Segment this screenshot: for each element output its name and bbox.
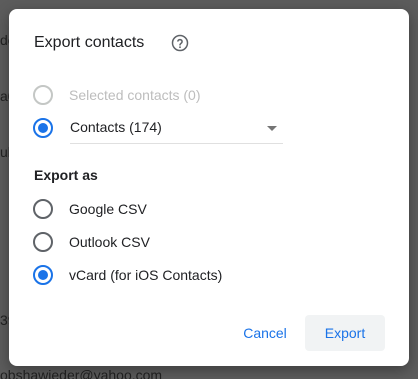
radio-button (33, 85, 53, 105)
dropdown-arrow-icon (267, 126, 277, 131)
export-button[interactable]: Export (305, 315, 385, 351)
radio-label: Selected contacts (0) (69, 87, 201, 103)
background-email-fragment: obshawieder@yahoo.com (0, 367, 163, 379)
radio-label: Google CSV (69, 201, 147, 217)
radio-button[interactable] (33, 265, 53, 285)
dialog-title: Export contacts (34, 34, 145, 51)
radio-selected-contacts: Selected contacts (0) (33, 84, 201, 106)
select-value: Contacts (174) (70, 119, 162, 135)
help-circle-icon[interactable] (171, 34, 189, 52)
radio-button[interactable] (33, 232, 53, 252)
export-contacts-dialog: Export contacts Selected contacts (0) Co… (9, 9, 409, 366)
radio-button[interactable] (33, 118, 53, 138)
radio-label: Outlook CSV (69, 234, 150, 250)
radio-button[interactable] (33, 199, 53, 219)
contacts-group-select[interactable]: Contacts (174) (70, 117, 283, 144)
export-as-heading: Export as (34, 167, 98, 183)
radio-vcard[interactable]: vCard (for iOS Contacts) (33, 264, 222, 286)
radio-outlook-csv[interactable]: Outlook CSV (33, 231, 150, 253)
cancel-button[interactable]: Cancel (233, 315, 297, 351)
radio-label: vCard (for iOS Contacts) (69, 267, 223, 283)
radio-google-csv[interactable]: Google CSV (33, 198, 147, 220)
radio-contacts[interactable] (33, 117, 53, 139)
